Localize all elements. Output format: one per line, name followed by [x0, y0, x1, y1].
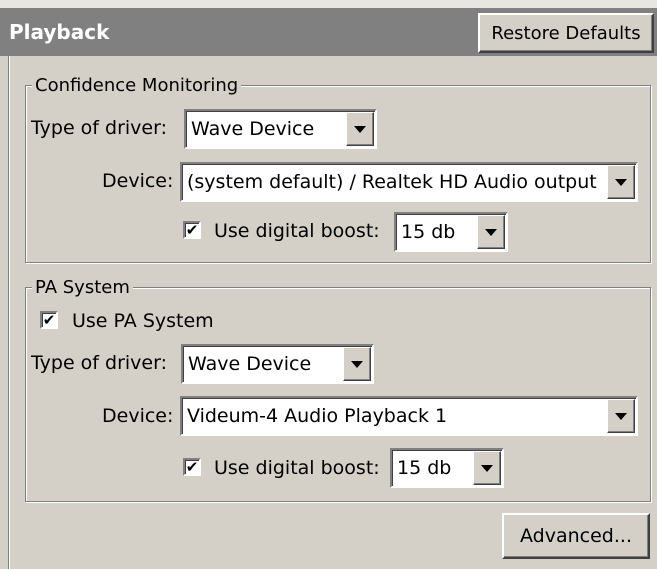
confidence-driver-value: Wave Device — [191, 118, 315, 140]
pa-driver-label: Type of driver: — [31, 352, 167, 374]
pa-boost-value: 15 db — [397, 457, 452, 479]
pa-boost-label: Use digital boost: — [214, 457, 380, 479]
confidence-boost-checkbox[interactable]: ✔ — [183, 221, 201, 239]
confidence-driver-label: Type of driver: — [31, 117, 167, 139]
advanced-button[interactable]: Advanced... — [502, 513, 650, 559]
pa-driver-value: Wave Device — [188, 353, 312, 375]
pa-boost-select[interactable]: 15 db — [390, 448, 504, 488]
confidence-driver-select[interactable]: Wave Device — [184, 109, 377, 149]
pa-driver-select[interactable]: Wave Device — [181, 344, 374, 384]
pa-system-legend: PA System — [32, 277, 133, 298]
confidence-boost-select[interactable]: 15 db — [394, 212, 508, 252]
panel-title: Playback — [9, 20, 110, 44]
pa-boost-checkbox[interactable]: ✔ — [183, 458, 201, 476]
use-pa-system-checkbox[interactable]: ✔ — [40, 311, 58, 329]
use-pa-system-label: Use PA System — [72, 310, 214, 332]
confidence-device-value: (system default) / Realtek HD Audio outp… — [187, 171, 597, 193]
panel-left-border — [8, 56, 10, 569]
confidence-boost-label: Use digital boost: — [214, 220, 380, 242]
confidence-device-select[interactable]: (system default) / Realtek HD Audio outp… — [180, 162, 638, 202]
restore-defaults-button[interactable]: Restore Defaults — [478, 13, 654, 53]
chevron-down-icon[interactable] — [343, 347, 371, 381]
chevron-down-icon[interactable] — [473, 451, 501, 485]
chevron-down-icon[interactable] — [607, 165, 635, 199]
chevron-down-icon[interactable] — [477, 215, 505, 249]
chevron-down-icon[interactable] — [607, 399, 635, 433]
pa-device-select[interactable]: Videum-4 Audio Playback 1 — [180, 396, 638, 436]
chevron-down-icon[interactable] — [346, 112, 374, 146]
pa-device-label: Device: — [102, 405, 174, 427]
confidence-monitoring-legend: Confidence Monitoring — [32, 75, 242, 96]
confidence-device-label: Device: — [102, 170, 174, 192]
confidence-boost-value: 15 db — [401, 221, 456, 243]
pa-device-value: Videum-4 Audio Playback 1 — [187, 405, 448, 427]
